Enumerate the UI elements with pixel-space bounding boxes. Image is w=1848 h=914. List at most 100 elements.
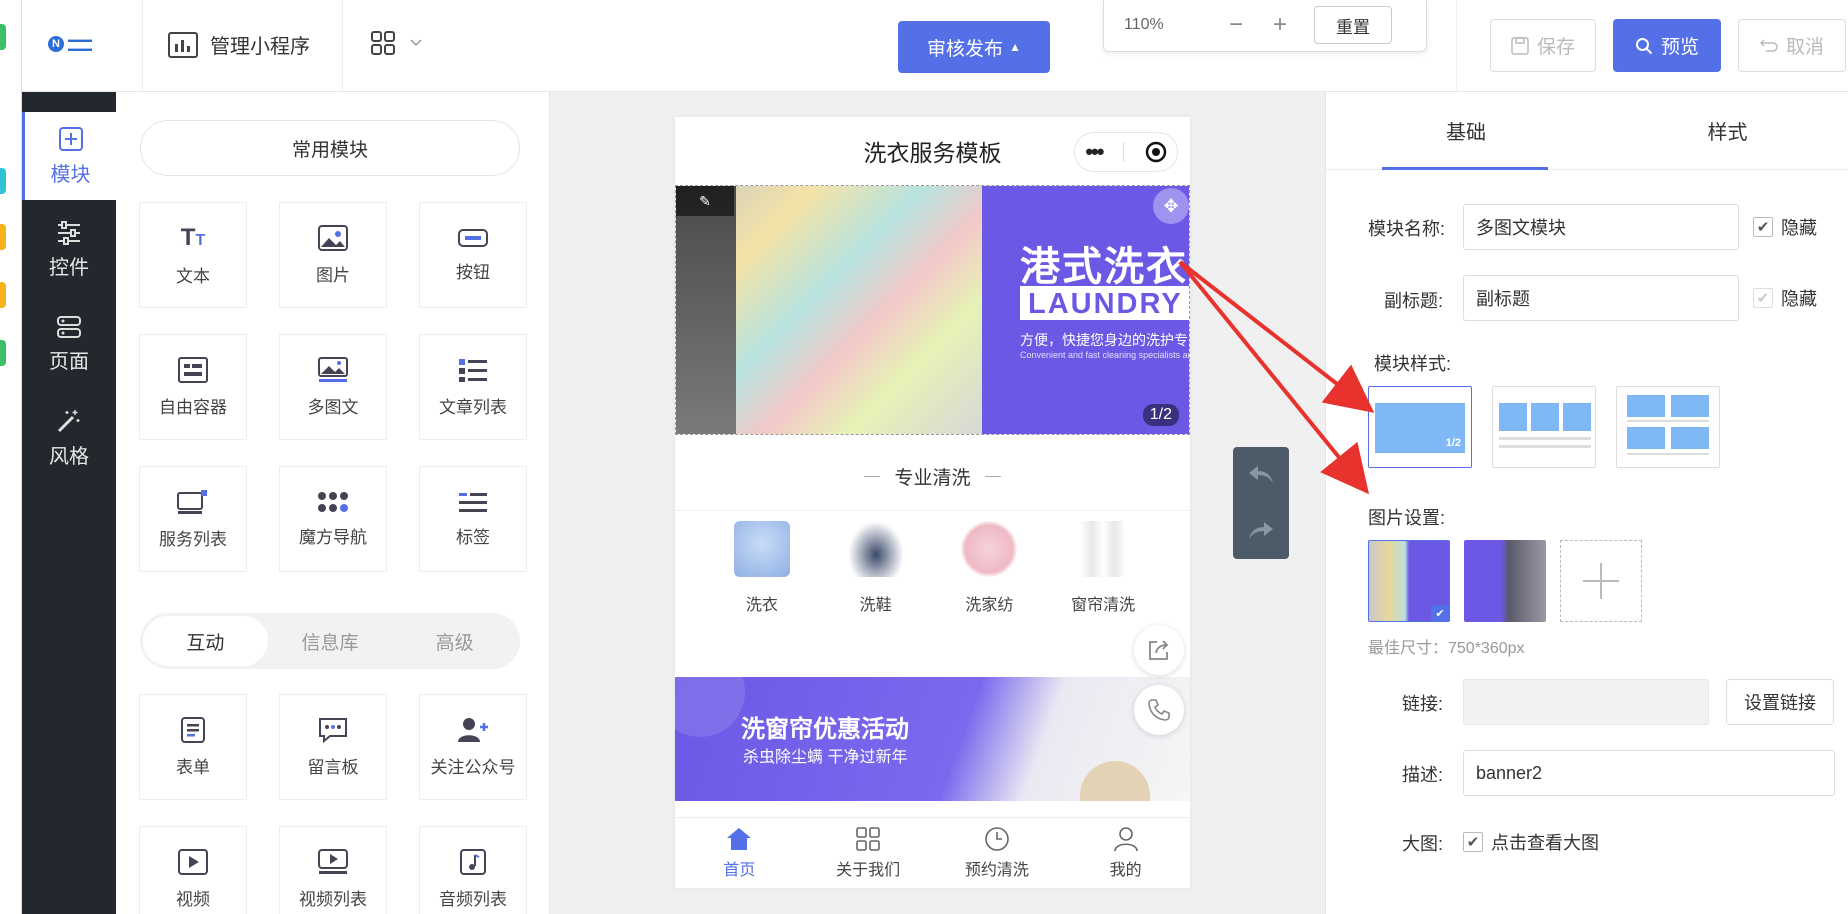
nav-item-pages[interactable]: 页面 [22,300,116,388]
module-grid-nav[interactable]: 魔方导航 [279,466,387,572]
apps-grid-icon [371,31,395,55]
promo-decoration [675,677,745,737]
form-icon [181,716,205,743]
module-form[interactable]: 表单 [139,694,247,800]
grid-icon [856,827,880,851]
logo-wordmark: ▬▬▬ ▬▬▬ [68,35,92,53]
module-follow-account[interactable]: 关注公众号 [419,694,527,800]
publish-button[interactable]: 审核发布 ▲ [898,21,1050,73]
manage-miniprogram-button[interactable]: 管理小程序 [168,30,310,59]
module-category-tabs: 互动 信息库 高级 [140,613,520,669]
module-image[interactable]: 图片 [279,202,387,308]
module-video[interactable]: 视频 [139,826,247,914]
description-input[interactable]: banner2 [1463,750,1835,796]
publish-label: 审核发布 [927,38,1004,60]
style-preview-block [1627,395,1665,417]
module-service-list[interactable]: 服务列表 [139,466,247,572]
phone-call-button[interactable] [1134,685,1184,735]
service-item-curtains[interactable]: 窗帘清洗 [1058,521,1148,651]
link-label: 链接: [1402,694,1444,714]
banner-subtitle: 方便，快捷您身边的洗护专家 [1020,332,1190,348]
service-item-shoes[interactable]: 洗鞋 [831,521,921,651]
divider [142,0,143,92]
caret-up-icon: ▲ [1009,40,1021,54]
view-big-image-checkbox[interactable]: ✔ 点击查看大图 [1463,829,1599,855]
tabbar-item-home[interactable]: 首页 [675,818,804,888]
module-text[interactable]: TT 文本 [139,202,247,308]
subtitle-input[interactable]: 副标题 [1463,275,1739,321]
redo-button[interactable] [1233,503,1289,559]
tab-bar: 首页 关于我们 预约清洗 我的 [675,817,1190,888]
banner-page-indicator: 1/2 [1142,404,1179,426]
save-button[interactable]: 保存 [1490,19,1596,72]
tabbar-item-about[interactable]: 关于我们 [804,818,933,888]
tab-advanced[interactable]: 高级 [392,616,517,666]
miniprogram-capsule[interactable]: ••• [1074,132,1178,172]
module-label: 服务列表 [159,529,227,549]
big-image-label: 大图: [1402,834,1444,854]
image-thumb-1[interactable]: ✔ [1368,540,1450,622]
service-label: 窗帘清洗 [1071,597,1136,614]
zoom-reset-button[interactable]: 重置 [1314,6,1392,44]
tab-info-library[interactable]: 信息库 [268,616,393,666]
style-option-grid[interactable] [1616,386,1720,468]
zoom-control: 110% − + 重置 [1103,0,1427,52]
banner-text-panel: 港式洗衣 LAUNDRY 方便，快捷您身边的洗护专家 Convenient an… [982,186,1190,434]
image-thumb-2[interactable] [1464,540,1546,622]
share-icon [1149,640,1169,660]
promo-banner[interactable]: 洗窗帘优惠活动 杀虫除尘螨 干净过新年 [675,677,1190,801]
banner-carousel[interactable]: ✎ 港式洗衣 LAUNDRY 方便，快捷您身边的洗护专家 Convenient … [675,185,1190,435]
subtitle-label: 副标题: [1384,291,1444,311]
app-switcher-button[interactable] [370,30,422,56]
hide-subtitle-checkbox[interactable]: ✔ 隐藏 [1753,285,1817,311]
module-free-container[interactable]: 自由容器 [139,334,247,440]
image-size-hint: 最佳尺寸：750*360px [1368,640,1525,657]
service-item-textiles[interactable]: 洗家纺 [944,521,1034,651]
module-label: 关注公众号 [430,757,516,777]
nav-item-controls[interactable]: 控件 [22,206,116,294]
tab-basic[interactable]: 基础 [1326,92,1606,170]
module-multi-image-text[interactable]: 多图文 [279,334,387,440]
set-link-button[interactable]: 设置链接 [1726,679,1834,725]
add-image-button[interactable] [1560,540,1642,622]
nav-item-style[interactable]: 风格 [22,394,116,482]
link-input[interactable] [1463,679,1709,725]
tab-interactive[interactable]: 互动 [143,616,268,666]
close-target-icon [1145,141,1166,163]
zoom-in-button[interactable]: + [1258,11,1302,39]
cancel-button[interactable]: 取消 [1738,19,1846,72]
tabbar-item-booking[interactable]: 预约清洗 [933,818,1062,888]
style-option-three-column[interactable] [1492,386,1596,468]
search-icon [1635,37,1653,54]
nav-label: 控件 [49,256,89,279]
top-bar: N ▬▬▬ ▬▬▬ 管理小程序 审核发布 ▲ 110% − + 重置 保存 预览 … [22,0,1848,92]
style-preview-line [1499,445,1591,448]
module-message-board[interactable]: 留言板 [279,694,387,800]
service-item-laundry[interactable]: 洗衣 [717,521,807,651]
module-name-input[interactable]: 多图文模块 [1463,204,1739,250]
module-article-list[interactable]: 文章列表 [419,334,527,440]
move-icon[interactable]: ✥ [1153,188,1189,224]
checkmark-icon: ✔ [1753,217,1773,237]
module-audio-list[interactable]: 音频列表 [419,826,527,914]
button-icon [458,228,488,247]
logo-mark: N [48,36,64,52]
hide-module-name-checkbox[interactable]: ✔ 隐藏 [1753,214,1817,240]
phone-header: 洗衣服务模板 ••• [675,117,1190,185]
tabbar-item-mine[interactable]: 我的 [1061,818,1190,888]
undo-button[interactable] [1233,447,1289,503]
share-button[interactable] [1134,625,1184,675]
module-button[interactable]: 按钮 [419,202,527,308]
module-tag[interactable]: 标签 [419,466,527,572]
tab-style[interactable]: 样式 [1606,92,1848,169]
style-option-carousel[interactable]: 1/2 [1368,386,1472,468]
multi-image-text-icon [318,356,348,382]
zoom-out-button[interactable]: − [1214,11,1258,39]
preview-button[interactable]: 预览 [1613,19,1721,72]
nav-item-modules[interactable]: 模块 [22,112,116,200]
phone-icon [1148,699,1170,721]
selected-check-icon: ✔ [1431,605,1449,621]
edit-icon[interactable]: ✎ [676,186,734,216]
module-video-list[interactable]: 视频列表 [279,826,387,914]
divider [342,0,343,92]
